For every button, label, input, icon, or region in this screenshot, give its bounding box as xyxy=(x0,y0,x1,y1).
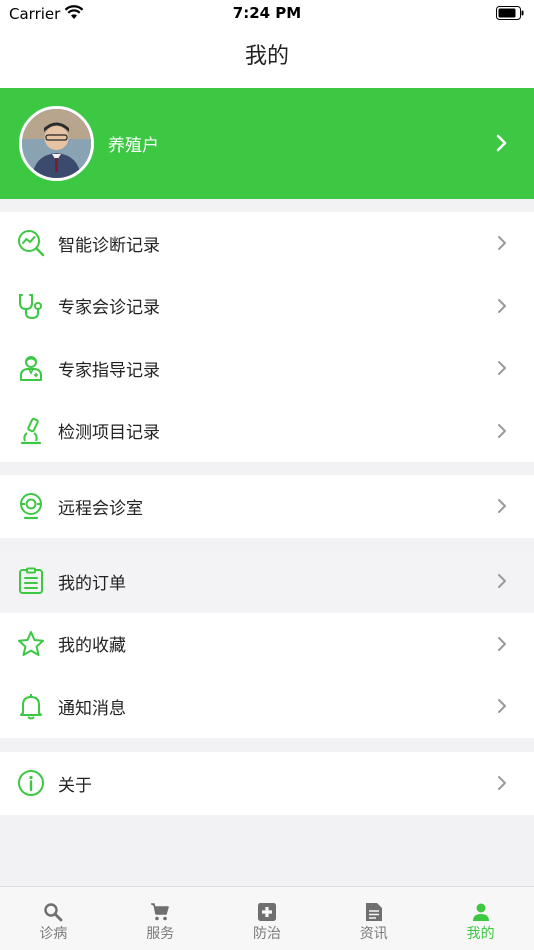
webcam-icon xyxy=(20,493,42,520)
diagnosis-chart-icon xyxy=(18,230,45,257)
menu-item-label: 检测项目记录 xyxy=(58,423,160,444)
chevron-right-icon xyxy=(498,361,506,376)
profile-header[interactable]: 养殖户 xyxy=(0,88,534,199)
chevron-right-icon xyxy=(498,699,506,714)
chevron-right-icon xyxy=(496,134,507,152)
chevron-right-icon xyxy=(498,298,506,313)
records-group: 智能诊断记录 专家会诊记录 专家指导记录 检测项目记录 xyxy=(0,212,534,462)
menu-item-test-items[interactable]: 检测项目记录 xyxy=(0,400,534,463)
about-group: 关于 xyxy=(0,752,534,815)
tab-label: 服务 xyxy=(146,926,175,942)
tab-service[interactable]: 服务 xyxy=(107,887,214,950)
clipboard-icon xyxy=(19,567,43,595)
avatar[interactable] xyxy=(19,106,94,181)
menu-item-label: 远程会诊室 xyxy=(58,498,143,519)
tab-label: 资讯 xyxy=(359,926,388,942)
chevron-right-icon xyxy=(498,499,506,514)
medical-cross-icon xyxy=(257,903,276,921)
tab-label: 我的 xyxy=(466,926,495,942)
cart-icon xyxy=(151,903,169,921)
bell-icon xyxy=(20,694,42,720)
menu-item-my-orders[interactable]: 我的订单 xyxy=(0,550,534,613)
status-bar: Carrier 7:24 PM xyxy=(0,0,534,28)
tab-news[interactable]: 资讯 xyxy=(320,887,427,950)
tab-bar: 诊病 服务 防治 资讯 我的 xyxy=(0,886,534,950)
page-title: 我的 xyxy=(244,44,289,69)
tab-label: 诊病 xyxy=(39,926,68,942)
tab-prevention[interactable]: 防治 xyxy=(214,887,321,950)
search-icon xyxy=(44,903,63,922)
menu-item-label: 专家指导记录 xyxy=(58,360,160,381)
clock: 7:24 PM xyxy=(232,4,302,22)
star-icon xyxy=(18,630,44,656)
menu-item-label: 智能诊断记录 xyxy=(58,235,160,256)
tab-mine[interactable]: 我的 xyxy=(427,887,534,950)
remote-group: 远程会诊室 xyxy=(0,475,534,538)
menu-item-my-favorites[interactable]: 我的收藏 xyxy=(0,613,534,676)
username: 养殖户 xyxy=(108,136,159,156)
menu-item-label: 我的订单 xyxy=(58,573,126,594)
chevron-right-icon xyxy=(498,423,506,438)
doctor-icon xyxy=(20,356,42,382)
chevron-right-icon xyxy=(498,776,506,791)
menu-item-notifications[interactable]: 通知消息 xyxy=(0,675,534,738)
menu-item-about[interactable]: 关于 xyxy=(0,752,534,815)
chevron-right-icon xyxy=(498,236,506,251)
menu-item-label: 通知消息 xyxy=(58,698,126,719)
menu-item-label: 专家会诊记录 xyxy=(58,298,160,319)
chevron-right-icon xyxy=(498,636,506,651)
tab-label: 防治 xyxy=(252,926,281,942)
tab-diagnose[interactable]: 诊病 xyxy=(0,887,107,950)
menu-item-remote-consultation-room[interactable]: 远程会诊室 xyxy=(0,475,534,538)
menu-item-label: 我的收藏 xyxy=(58,636,126,657)
microscope-icon xyxy=(20,417,42,444)
battery-icon xyxy=(496,6,524,20)
menu-item-label: 关于 xyxy=(58,775,92,796)
person-icon xyxy=(472,903,489,921)
menu-item-smart-diagnosis[interactable]: 智能诊断记录 xyxy=(0,212,534,275)
stethoscope-icon xyxy=(19,293,42,319)
navigation-bar: 我的 xyxy=(0,28,534,88)
document-icon xyxy=(365,903,382,921)
menu-item-expert-guidance[interactable]: 专家指导记录 xyxy=(0,337,534,400)
chevron-right-icon xyxy=(498,574,506,589)
info-icon xyxy=(18,770,44,797)
menu-item-expert-consultation[interactable]: 专家会诊记录 xyxy=(0,275,534,338)
personal-group: 我的订单 我的收藏 通知消息 xyxy=(0,550,534,738)
